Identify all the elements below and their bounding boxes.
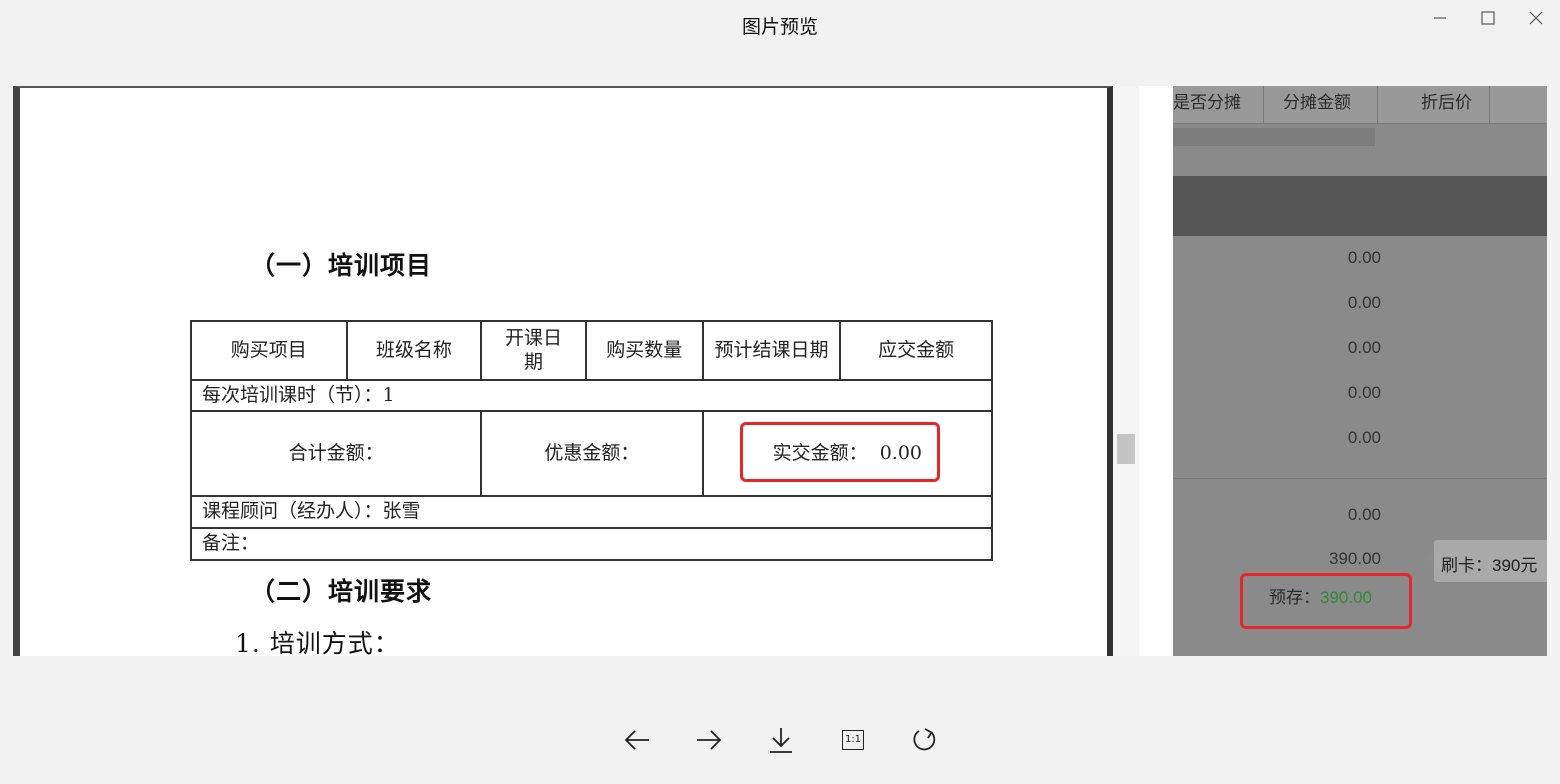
rotate-icon [913,728,936,751]
amount-value: 0.00 [1347,293,1381,312]
rotate-button[interactable] [907,722,943,758]
download-icon [770,728,792,753]
minimize-icon [1434,17,1446,19]
table-row: 课程顾问（经办人）：张雪 [190,495,993,529]
header-label: 是否分摊 [1173,93,1241,112]
software-screenshot: 是否分摊 分摊金额 折后价 0.00 0.00 0.00 0.00 0.00 0… [1173,86,1547,656]
training-method-item: 1. 培训方式： [235,629,400,656]
software-dark-bar [1173,176,1547,236]
header-label: 分摊金额 [1283,93,1351,112]
table-row: 备注： [190,527,993,561]
remark-cell: 备注： [190,527,993,561]
actual-size-label: 1:1 [844,734,862,745]
column-divider [1263,86,1264,124]
tooltip-text: 刷卡：390元 [1441,556,1538,575]
highlight-box-prestore [1240,573,1412,629]
discount-amount-cell: 优惠金额： [480,410,704,497]
amount-value: 0.00 [1347,248,1381,267]
row-divider [1173,478,1547,479]
maximize-button[interactable] [1474,6,1502,30]
header-label: 折后价 [1421,93,1472,112]
actual-size-button[interactable]: 1:1 [835,722,871,758]
header-cell: 班级名称 [345,320,483,381]
amount-value: 390.00 [1329,549,1381,568]
amount-value: 0.00 [1347,428,1381,447]
section1-title: （一）培训项目 [250,251,433,280]
download-button[interactable] [763,722,799,758]
header-cell: 购买数量 [584,320,704,381]
software-subheader [1173,128,1375,146]
advisor-cell: 课程顾问（经办人）：张雪 [190,495,993,529]
maximize-icon [1481,11,1495,25]
header-cell: 开课日期 [480,320,587,381]
vertical-scrollbar[interactable] [1113,86,1139,656]
next-button[interactable] [691,722,727,758]
next-icon [697,730,722,750]
amount-value: 0.00 [1347,383,1381,402]
minimize-button[interactable] [1426,6,1454,30]
table-header-row: 购买项目 班级名称 开课日期 购买数量 预计结课日期 应交金额 [190,320,993,381]
table-row: 每次培训课时（节）：1 [190,379,993,412]
total-amount-cell: 合计金额： [189,410,483,497]
close-icon [1529,11,1543,25]
preview-image: （一）培训项目 购买项目 班级名称 开课日期 购买数量 预计结课日期 应交金额 … [13,86,1547,656]
prev-icon [624,730,649,750]
header-cell: 预计结课日期 [701,320,842,381]
column-divider [1489,86,1490,124]
window-title: 图片预览 [741,16,818,38]
amount-value: 0.00 [1347,505,1381,524]
software-header: 是否分摊 分摊金额 折后价 [1173,86,1547,124]
scrollbar-thumb[interactable] [1117,434,1135,464]
section2-title: （二）培训要求 [250,577,433,606]
prev-button[interactable] [619,722,655,758]
header-cell: 应交金额 [839,320,993,381]
document-page: （一）培训项目 购买项目 班级名称 开课日期 购买数量 预计结课日期 应交金额 … [13,86,1113,656]
image-gap [1139,86,1173,656]
highlight-box-paid [740,422,940,482]
column-divider [1377,86,1378,124]
hours-cell: 每次培训课时（节）：1 [190,379,993,412]
header-cell: 购买项目 [190,320,348,381]
close-button[interactable] [1522,6,1550,30]
actual-size-icon: 1:1 [842,730,864,750]
amount-value: 0.00 [1347,338,1381,357]
card-tooltip: 刷卡：390元 [1433,539,1547,583]
